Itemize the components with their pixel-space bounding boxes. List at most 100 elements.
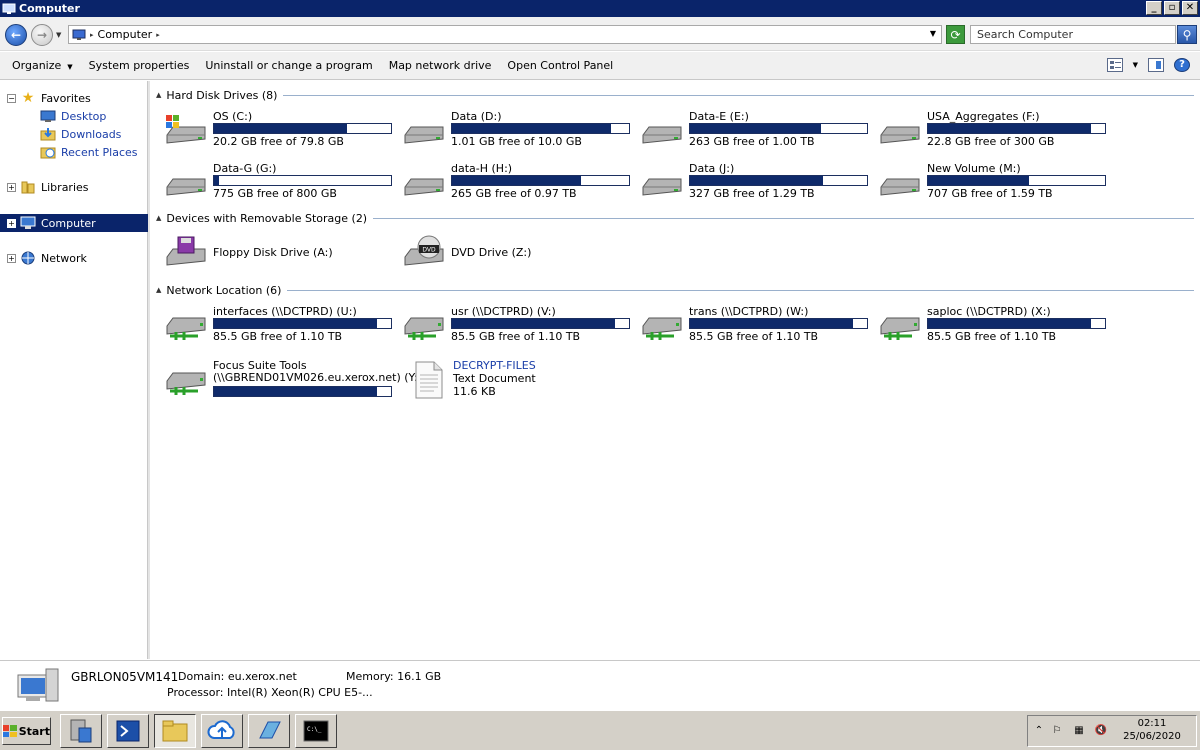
organize-button[interactable]: Organize ▼ [4, 59, 81, 72]
title-bar[interactable]: Computer _ ▫ ✕ [0, 0, 1200, 17]
clock-time: 02:11 [1137, 718, 1167, 729]
breadcrumb-arrow-icon[interactable]: ▸ [90, 31, 94, 39]
cloud-upload-taskbar-button[interactable] [201, 714, 243, 748]
maximize-button[interactable]: ▫ [1164, 1, 1180, 15]
usage-bar [689, 175, 868, 186]
details-pane: GBRLON05VM141 Domain: eu.xerox.net Memor… [0, 660, 1200, 710]
content-pane: ▲ Hard Disk Drives (8) OS (C:) 20.2 GB fr… [150, 81, 1200, 659]
network-drive-item[interactable]: usr (\\DCTPRD) (V:) 85.5 GB free of 1.10 … [402, 304, 632, 348]
minimize-button[interactable]: _ [1146, 1, 1162, 15]
address-row: ← → ▼ ▸ Computer ▸ ▼ ⟳ Search Computer ⚲ [0, 17, 1200, 51]
usage-fill [928, 176, 1029, 185]
tree-item-downloads[interactable]: Downloads [0, 125, 148, 143]
windows-drive-icon [166, 115, 206, 144]
tree-item-favorites[interactable]: − ★ Favorites [0, 89, 148, 107]
application-taskbar-button[interactable] [248, 714, 290, 748]
group-header-removable[interactable]: ▲ Devices with Removable Storage (2) [156, 211, 1194, 225]
hard-drive-item[interactable]: Data-G (G:) 775 GB free of 800 GB [164, 161, 394, 205]
help-icon[interactable]: ? [1174, 58, 1190, 72]
usage-fill [214, 319, 377, 328]
drive-free-space: 327 GB free of 1.29 TB [689, 187, 815, 200]
address-bar[interactable]: ▸ Computer ▸ ▼ [68, 25, 942, 44]
command-bar: Organize ▼ System properties Uninstall or… [0, 52, 1200, 80]
tree-item-recent-places[interactable]: Recent Places [0, 143, 148, 161]
network-status-icon[interactable]: ▦ [1072, 725, 1086, 739]
hard-drive-item[interactable]: Data (D:) 1.01 GB free of 10.0 GB [402, 109, 632, 153]
address-dropdown[interactable]: ▼ [930, 29, 936, 38]
tree-item-network[interactable]: + Network [0, 249, 148, 267]
command-prompt-taskbar-button[interactable]: C:\_ [295, 714, 337, 748]
breadcrumb-arrow-icon[interactable]: ▸ [156, 31, 160, 39]
map-network-drive-button[interactable]: Map network drive [381, 59, 500, 72]
collapse-arrow-icon[interactable]: ▲ [156, 91, 161, 99]
forward-button[interactable]: → [31, 24, 53, 46]
tree-item-libraries[interactable]: + Libraries [0, 178, 148, 196]
tree-label: Favorites [41, 91, 91, 105]
drive-free-space: 775 GB free of 800 GB [213, 187, 337, 200]
tree-item-computer[interactable]: + Computer [0, 214, 148, 232]
text-document-icon [415, 361, 443, 399]
open-control-panel-button[interactable]: Open Control Panel [499, 59, 621, 72]
divider [283, 94, 1194, 96]
preview-pane-icon[interactable] [1148, 58, 1164, 72]
dvd-drive-item[interactable]: DVD DVD Drive (Z:) [402, 231, 632, 275]
tree-item-desktop[interactable]: Desktop [0, 107, 148, 125]
command-prompt-icon: C:\_ [303, 720, 329, 742]
search-icon[interactable]: ⚲ [1177, 25, 1197, 44]
collapse-arrow-icon[interactable]: ▲ [156, 214, 161, 222]
clock[interactable]: 02:11 25/06/2020 [1110, 717, 1194, 743]
memory-label: Memory: 16.1 GB [346, 670, 442, 683]
hard-drive-item[interactable]: Data (J:) 327 GB free of 1.29 TB [640, 161, 870, 205]
expand-icon[interactable]: + [7, 218, 16, 228]
expand-icon[interactable]: + [7, 253, 16, 263]
libraries-icon [21, 181, 35, 194]
application-icon [259, 721, 281, 739]
group-header-hdd[interactable]: ▲ Hard Disk Drives (8) [156, 88, 1194, 102]
close-button[interactable]: ✕ [1182, 1, 1198, 15]
hard-drive-item[interactable]: Data-E (E:) 263 GB free of 1.00 TB [640, 109, 870, 153]
recent-pages-dropdown[interactable]: ▼ [56, 31, 61, 39]
floppy-drive-item[interactable]: Floppy Disk Drive (A:) [164, 231, 394, 275]
downloads-icon [40, 128, 56, 141]
explorer-taskbar-button[interactable] [154, 714, 196, 748]
action-center-flag-icon[interactable]: ⚐ [1050, 725, 1064, 739]
start-button[interactable]: Start [2, 717, 51, 745]
expand-icon[interactable]: + [7, 182, 16, 192]
search-input[interactable]: Search Computer [970, 25, 1176, 44]
volume-muted-icon[interactable]: 🔇 [1094, 725, 1108, 739]
server-manager-taskbar-button[interactable] [60, 714, 102, 748]
network-drive-item[interactable]: Focus Suite Tools (\\GBREND01VM026.eu.xer… [164, 359, 422, 403]
collapse-arrow-icon[interactable]: ▲ [156, 286, 161, 294]
window-title: Computer [19, 2, 80, 15]
network-drive-item[interactable]: interfaces (\\DCTPRD) (U:) 85.5 GB free o… [164, 304, 394, 348]
group-header-network[interactable]: ▲ Network Location (6) [156, 283, 1194, 297]
refresh-icon[interactable]: ⟳ [946, 25, 965, 44]
file-item[interactable]: DECRYPT-FILES Text Document 11.6 KB [410, 359, 640, 403]
breadcrumb-computer[interactable]: Computer [98, 28, 153, 41]
usage-bar [213, 318, 392, 329]
powershell-taskbar-button[interactable] [107, 714, 149, 748]
hard-drive-item[interactable]: OS (C:) 20.2 GB free of 79.8 GB [164, 109, 394, 153]
drive-name: Focus Suite Tools (\\GBREND01VM026.eu.xer… [213, 360, 422, 384]
divider [287, 289, 1194, 291]
hard-drive-icon [880, 126, 920, 144]
usage-bar [213, 386, 392, 397]
drive-free-space: 20.2 GB free of 79.8 GB [213, 135, 344, 148]
drive-name: Data-G (G:) [213, 162, 277, 175]
hard-drive-item[interactable]: data-H (H:) 265 GB free of 0.97 TB [402, 161, 632, 205]
tree-label: Computer [41, 216, 96, 230]
system-properties-button[interactable]: System properties [81, 59, 198, 72]
back-button[interactable]: ← [5, 24, 27, 46]
uninstall-program-button[interactable]: Uninstall or change a program [197, 59, 380, 72]
collapse-icon[interactable]: − [7, 93, 16, 103]
hard-drive-item[interactable]: USA_Aggregates (F:) 22.8 GB free of 300 G… [878, 109, 1108, 153]
drive-name: Data (D:) [451, 110, 502, 123]
network-drive-item[interactable]: trans (\\DCTPRD) (W:) 85.5 GB free of 1.1… [640, 304, 870, 348]
hard-drive-item[interactable]: New Volume (M:) 707 GB free of 1.59 TB [878, 161, 1108, 205]
change-view-icon[interactable] [1106, 58, 1123, 72]
network-drive-item[interactable]: saploc (\\DCTPRD) (X:) 85.5 GB free of 1.… [878, 304, 1108, 348]
view-options-dropdown[interactable]: ▼ [1133, 61, 1138, 69]
drive-name: saploc (\\DCTPRD) (X:) [927, 305, 1051, 318]
powershell-icon [116, 720, 140, 742]
show-hidden-icons-icon[interactable]: ⌃ [1032, 725, 1046, 739]
